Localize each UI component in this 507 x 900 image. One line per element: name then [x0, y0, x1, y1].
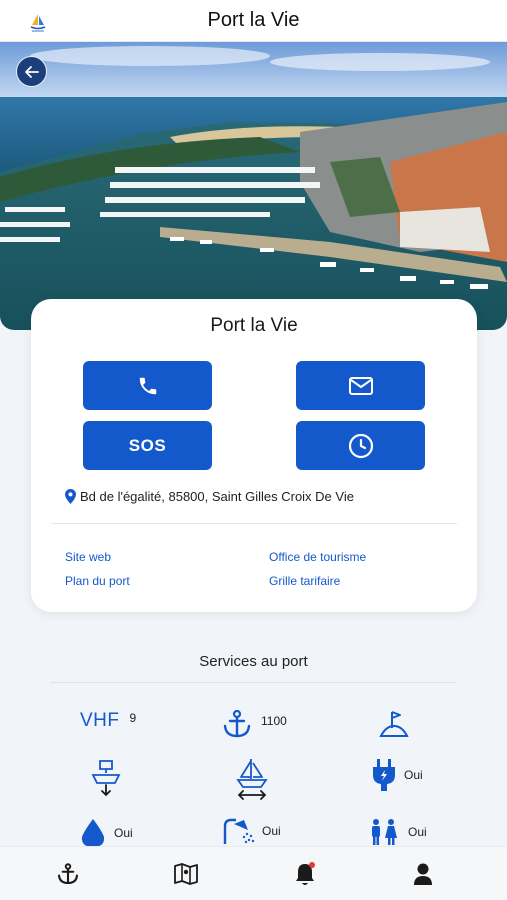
notification-dot: [309, 862, 315, 868]
harbor-photo: [0, 42, 507, 330]
back-button[interactable]: [16, 56, 47, 87]
pricing-grid-link[interactable]: Grille tarifaire: [269, 574, 340, 588]
harbor-flag-icon: [379, 711, 409, 737]
shower-value: Oui: [262, 824, 281, 838]
electricity-value: Oui: [404, 768, 423, 782]
opening-hours-button[interactable]: [296, 421, 425, 470]
water-value: Oui: [114, 826, 133, 840]
bell-icon: [296, 862, 315, 885]
map-icon: [174, 863, 198, 885]
phone-icon: [139, 377, 156, 394]
services-divider: [50, 682, 457, 683]
service-vhf: VHF 9: [80, 710, 136, 732]
restrooms-value: Oui: [408, 825, 427, 839]
card-divider: [51, 523, 457, 524]
service-restrooms: Oui: [368, 818, 427, 846]
power-plug-icon: [373, 759, 395, 791]
email-button[interactable]: [296, 361, 425, 410]
anchor-icon: [57, 863, 79, 885]
page-title: Port la Vie: [207, 9, 300, 31]
service-shower: Oui: [222, 816, 281, 846]
user-icon: [414, 863, 432, 885]
moorings-count: 1100: [261, 714, 287, 728]
nav-map[interactable]: [173, 861, 199, 887]
boat-lift-icon: [91, 760, 121, 797]
services-title: Services au port: [199, 653, 308, 670]
service-harbor-office: [378, 708, 410, 740]
nav-notifications[interactable]: [292, 861, 318, 887]
anchor-icon: [223, 709, 251, 738]
nav-port[interactable]: [55, 861, 81, 887]
address-row: Bd de l'égalité, 85800, Saint Gilles Cro…: [65, 489, 354, 504]
service-boat-lift: [90, 757, 122, 797]
port-map-link[interactable]: Plan du port: [65, 574, 130, 588]
water-drop-icon: [81, 819, 105, 847]
service-boat-size: [235, 757, 269, 801]
nav-profile[interactable]: [410, 861, 436, 887]
address-text: Bd de l'égalité, 85800, Saint Gilles Cro…: [80, 489, 354, 504]
service-electricity: Oui: [370, 757, 423, 793]
shower-icon: [223, 818, 255, 844]
restroom-icon: [372, 819, 397, 845]
port-name: Port la Vie: [210, 315, 298, 336]
clock-icon: [348, 433, 373, 458]
sos-button[interactable]: SOS: [83, 421, 212, 470]
vhf-label: VHF: [80, 710, 120, 731]
service-water: Oui: [80, 818, 133, 848]
call-button[interactable]: [83, 361, 212, 410]
arrow-left-icon: [24, 65, 39, 78]
sailboat-width-icon: [236, 759, 268, 800]
tourism-office-link[interactable]: Office de tourisme: [269, 550, 366, 564]
location-pin-icon: [65, 489, 76, 504]
vhf-channel: 9: [129, 711, 137, 725]
top-bar: Port la Vie: [0, 0, 507, 42]
bottom-nav: [0, 846, 507, 900]
port-info-card: Port la Vie SOS Bd de l'égalité, 85800, …: [31, 299, 477, 612]
website-link[interactable]: Site web: [65, 550, 111, 564]
mail-icon: [348, 376, 373, 395]
service-moorings: 1100: [221, 708, 287, 740]
